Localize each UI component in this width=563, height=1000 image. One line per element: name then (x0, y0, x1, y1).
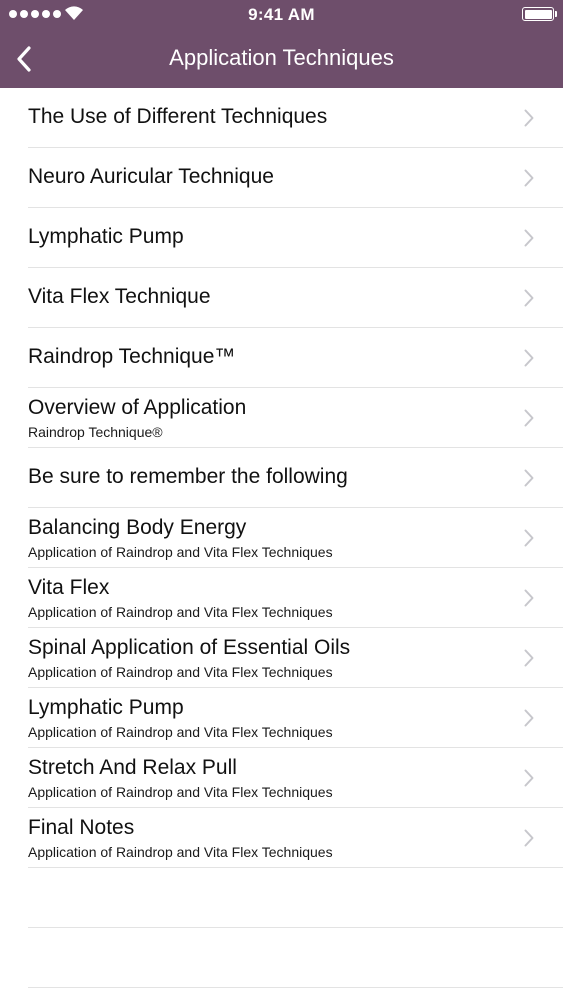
list-item-title: Lymphatic Pump (28, 225, 184, 248)
list-item-title: The Use of Different Techniques (28, 105, 328, 128)
list-item-subtitle: Application of Raindrop and Vita Flex Te… (28, 724, 333, 740)
list-item-title: Overview of Application (28, 396, 247, 419)
technique-list: The Use of Different Techniques Neuro Aur… (0, 88, 563, 988)
chevron-right-icon (524, 349, 534, 367)
list-item[interactable]: Lymphatic Pump (28, 208, 563, 268)
header: 9:41 AM Application Techniques (0, 0, 563, 88)
list-item[interactable]: Spinal Application of Essential Oils Appl… (28, 628, 563, 688)
chevron-right-icon (524, 589, 534, 607)
chevron-right-icon (524, 409, 534, 427)
list-item[interactable]: Be sure to remember the following (28, 448, 563, 508)
list-item-title: Lymphatic Pump (28, 696, 184, 719)
list-item-subtitle: Application of Raindrop and Vita Flex Te… (28, 784, 333, 800)
list-item-title: Balancing Body Energy (28, 516, 247, 539)
list-item-subtitle: Application of Raindrop and Vita Flex Te… (28, 664, 333, 680)
list-item[interactable]: Neuro Auricular Technique (28, 148, 563, 208)
list-item[interactable]: Raindrop Technique™ (28, 328, 563, 388)
chevron-right-icon (524, 649, 534, 667)
chevron-right-icon (524, 829, 534, 847)
list-item-title: Neuro Auricular Technique (28, 165, 274, 188)
chevron-right-icon (524, 469, 534, 487)
battery-icon (522, 7, 554, 21)
empty-row-separator (28, 928, 563, 988)
list-item[interactable]: Stretch And Relax Pull Application of Rai… (28, 748, 563, 808)
list-item[interactable]: Final Notes Application of Raindrop and V… (28, 808, 563, 868)
list-item[interactable]: Overview of Application Raindrop Techniqu… (28, 388, 563, 448)
chevron-right-icon (524, 109, 534, 127)
list-item-title: Vita Flex Technique (28, 285, 211, 308)
list-item-title: Be sure to remember the following (28, 465, 348, 488)
chevron-right-icon (524, 769, 534, 787)
status-bar: 9:41 AM (0, 0, 563, 30)
battery-tip (555, 11, 557, 17)
list-item-subtitle: Application of Raindrop and Vita Flex Te… (28, 544, 333, 560)
list-item-title: Vita Flex (28, 576, 110, 599)
chevron-right-icon (524, 229, 534, 247)
list-item[interactable]: Balancing Body Energy Application of Rain… (28, 508, 563, 568)
chevron-right-icon (524, 169, 534, 187)
list-item-subtitle: Raindrop Technique® (28, 424, 163, 440)
page-title: Application Techniques (169, 45, 394, 70)
navigation-bar: Application Techniques (0, 30, 563, 88)
list-item[interactable]: Lymphatic Pump Application of Raindrop an… (28, 688, 563, 748)
list-item[interactable]: Vita Flex Application of Raindrop and Vit… (28, 568, 563, 628)
list-item[interactable]: The Use of Different Techniques (28, 88, 563, 148)
list-item-title: Stretch And Relax Pull (28, 756, 237, 779)
list-item[interactable]: Vita Flex Technique (28, 268, 563, 328)
chevron-right-icon (524, 289, 534, 307)
list-item-subtitle: Application of Raindrop and Vita Flex Te… (28, 844, 333, 860)
chevron-right-icon (524, 529, 534, 547)
empty-row-separator (28, 868, 563, 928)
status-time: 9:41 AM (248, 5, 315, 24)
list-item-title: Raindrop Technique™ (28, 345, 236, 368)
list-item-title: Spinal Application of Essential Oils (28, 636, 351, 659)
list-item-subtitle: Application of Raindrop and Vita Flex Te… (28, 604, 333, 620)
chevron-right-icon (524, 709, 534, 727)
list-item-title: Final Notes (28, 816, 135, 839)
